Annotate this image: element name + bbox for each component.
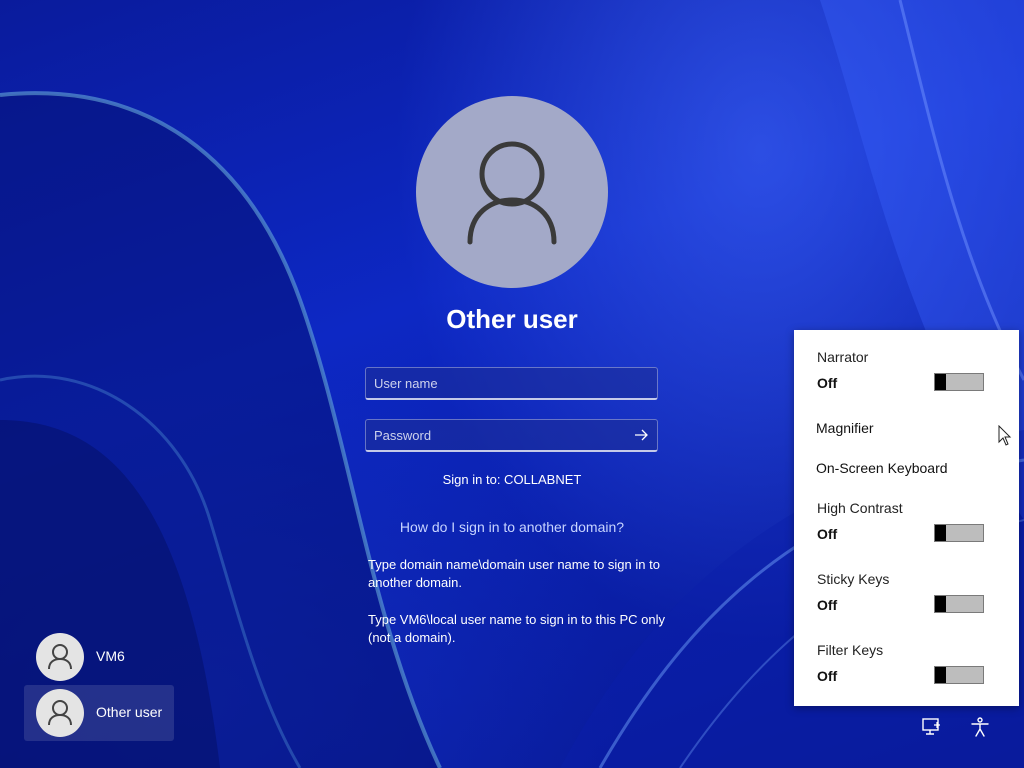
submit-arrow-icon[interactable] <box>633 427 649 443</box>
filter-keys-state: Off <box>817 668 838 684</box>
password-input[interactable] <box>366 420 657 450</box>
user-icon <box>48 700 72 726</box>
domain-help-link[interactable]: How do I sign in to another domain? <box>312 519 712 535</box>
narrator-label: Narrator <box>817 349 869 365</box>
high-contrast-label: High Contrast <box>817 500 903 516</box>
user-avatar <box>416 96 608 288</box>
accessibility-panel: Narrator Off Magnifier On-Screen Keyboar… <box>794 330 1019 706</box>
filter-keys-label: Filter Keys <box>817 642 884 658</box>
avatar <box>36 689 84 737</box>
accessibility-icon[interactable] <box>969 716 991 738</box>
mouse-cursor-icon <box>998 425 1012 446</box>
domain-help-text: Type domain name\domain user name to sig… <box>368 557 660 590</box>
high-contrast-toggle[interactable] <box>934 524 984 542</box>
toggle-knob <box>935 596 946 612</box>
avatar <box>36 633 84 681</box>
narrator-toggle[interactable] <box>934 373 984 391</box>
user-tile-other-user[interactable]: Other user <box>24 685 174 741</box>
user-display-name: Other user <box>446 304 578 334</box>
toggle-knob <box>935 525 946 541</box>
filter-keys-toggle[interactable] <box>934 666 984 684</box>
username-field[interactable] <box>365 367 658 400</box>
user-icon <box>48 644 72 670</box>
on-screen-keyboard-item[interactable]: On-Screen Keyboard <box>816 460 948 476</box>
local-help-text: Type VM6\local user name to sign in to t… <box>368 612 665 645</box>
user-tile-label: Other user <box>96 704 163 720</box>
toggle-knob <box>935 374 946 390</box>
toggle-knob <box>935 667 946 683</box>
username-input[interactable] <box>366 368 657 398</box>
user-icon <box>467 141 557 245</box>
narrator-state: Off <box>817 375 838 391</box>
network-icon[interactable] <box>920 716 942 738</box>
sticky-keys-state: Off <box>817 597 838 613</box>
sign-in-domain-text: Sign in to: COLLABNET <box>442 472 582 487</box>
high-contrast-state: Off <box>817 526 838 542</box>
magnifier-item[interactable]: Magnifier <box>816 420 874 436</box>
user-tile-label: VM6 <box>96 648 125 664</box>
sticky-keys-label: Sticky Keys <box>817 571 890 587</box>
sticky-keys-toggle[interactable] <box>934 595 984 613</box>
password-field[interactable] <box>365 419 658 452</box>
user-tile-vm6[interactable]: VM6 <box>24 629 174 685</box>
